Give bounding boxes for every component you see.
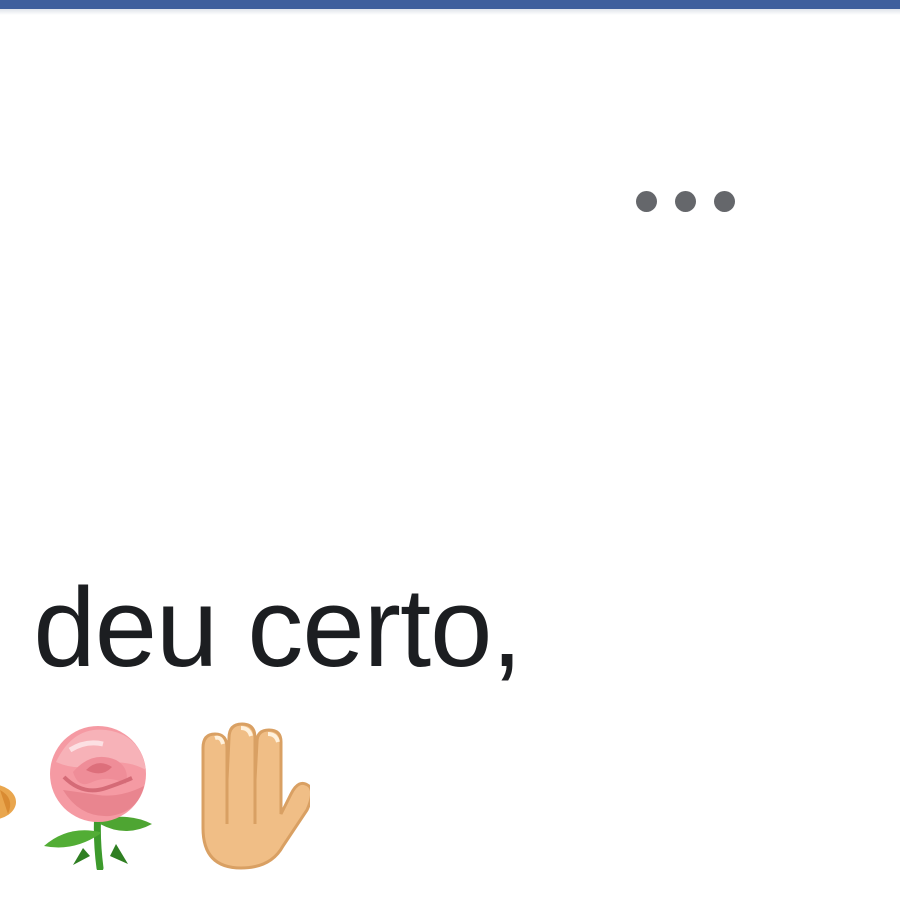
- more-dot: [713, 190, 735, 212]
- post-text: o deu certo,: [0, 565, 522, 690]
- emoji-row: [0, 715, 320, 885]
- screen: o deu certo,: [0, 0, 900, 900]
- more-dot: [674, 190, 696, 212]
- more-options-button[interactable]: [615, 175, 755, 227]
- rose-icon: [44, 726, 152, 870]
- top-navigation-bar: [0, 0, 900, 9]
- raised-hand-icon: [201, 722, 310, 870]
- post-card: o deu certo,: [0, 15, 900, 900]
- more-dot: [635, 190, 657, 212]
- partial-emoji-icon: [0, 785, 16, 819]
